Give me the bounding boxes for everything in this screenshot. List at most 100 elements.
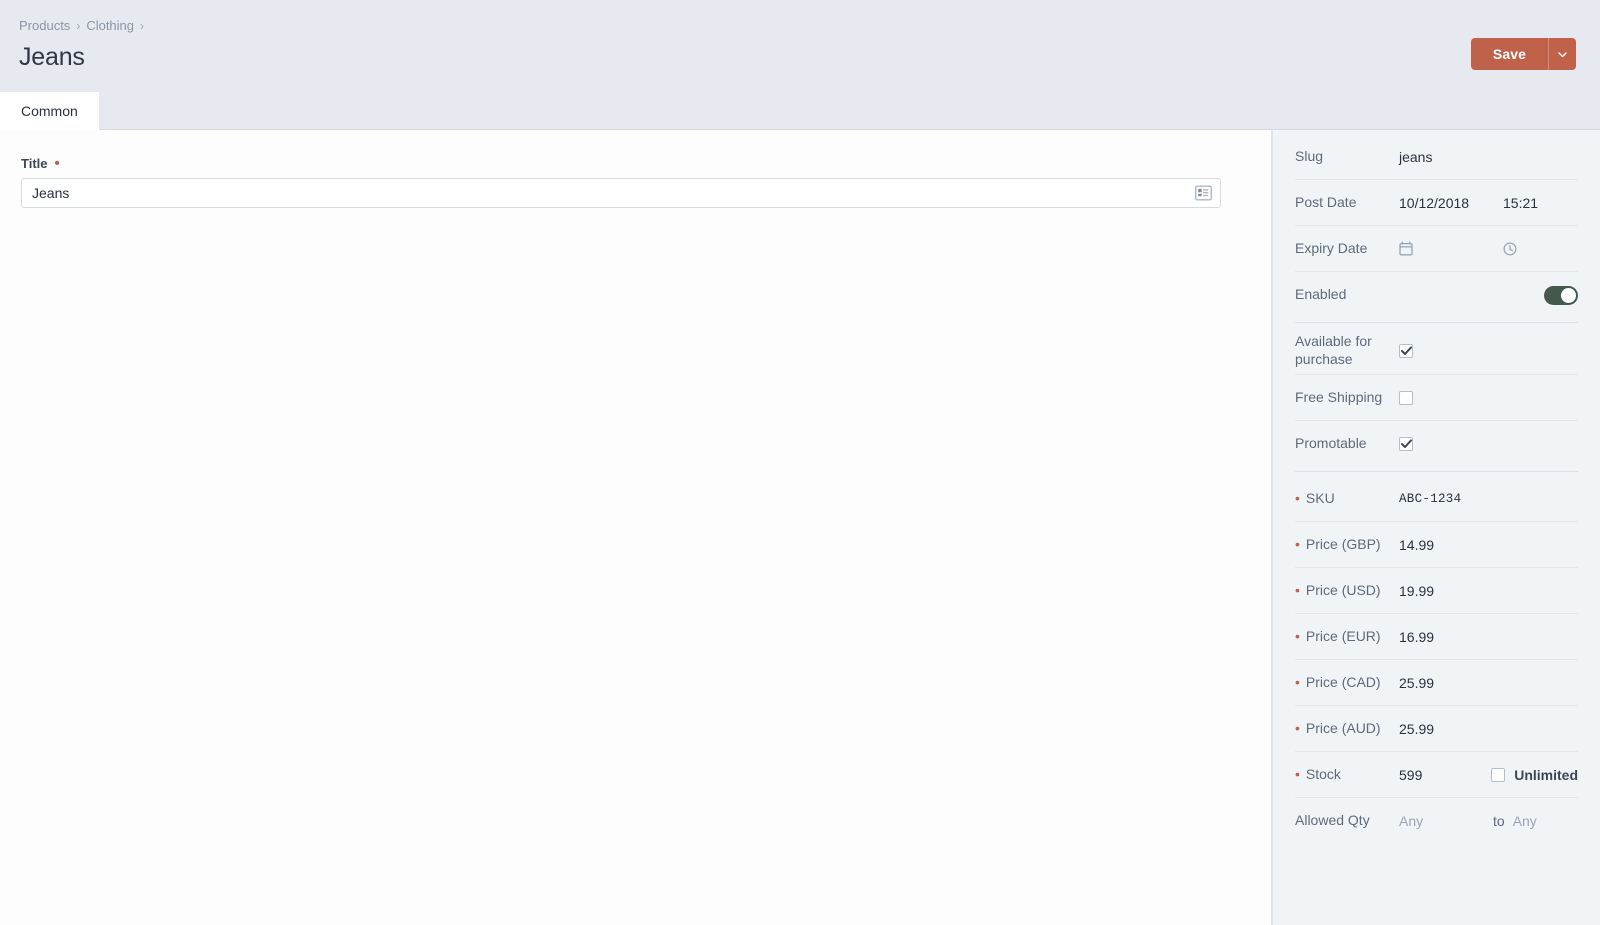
allowed-qty-min-input[interactable]: Any [1399,813,1485,829]
required-indicator: • [1295,535,1300,552]
price-cad-text: 25.99 [1399,674,1435,691]
save-button[interactable]: Save [1470,38,1548,70]
free-shipping-label: Free Shipping [1295,389,1399,407]
price-aud-label-text: Price (AUD) [1305,719,1381,736]
price-usd-value[interactable]: 19.99 [1399,583,1578,599]
price-cad-label: • Price (CAD) [1295,674,1399,692]
available-for-purchase-label-text: Available for purchase [1295,333,1372,367]
post-time-input[interactable]: 15:21 [1503,195,1578,211]
enabled-toggle[interactable] [1544,285,1578,305]
price-eur-value[interactable]: 16.99 [1399,629,1578,645]
price-aud-text: 25.99 [1399,720,1435,737]
title-input[interactable] [21,178,1221,208]
sidebar-row-allowed-qty: Allowed Qty Any to Any [1295,798,1578,844]
required-indicator: • [1295,719,1300,736]
available-for-purchase-checkbox[interactable] [1399,343,1413,358]
free-shipping-checkbox[interactable] [1399,390,1413,405]
breadcrumb-separator: › [76,18,81,33]
details-sidebar: Slug jeans Post Date 10/12/2018 15:21 Ex… [1272,130,1600,925]
breadcrumb-item-products[interactable]: Products [19,18,70,34]
price-gbp-label: • Price (GBP) [1295,536,1399,554]
available-for-purchase-value [1399,343,1578,358]
stock-label: • Stock [1295,766,1399,784]
price-gbp-value[interactable]: 14.99 [1399,537,1578,553]
sidebar-row-post-date: Post Date 10/12/2018 15:21 [1295,180,1578,226]
post-date-label: Post Date [1295,194,1399,212]
save-button-group: Save [1470,38,1576,70]
price-gbp-label-text: Price (GBP) [1305,535,1381,552]
available-for-purchase-label: Available for purchase [1295,333,1399,368]
allowed-qty-label-text: Allowed Qty [1295,812,1370,829]
price-aud-label: • Price (AUD) [1295,720,1399,738]
save-menu-button[interactable] [1548,38,1576,70]
enabled-label-text: Enabled [1295,286,1347,303]
required-indicator: • [1295,627,1300,644]
slug-value[interactable]: jeans [1399,149,1578,165]
slug-label: Slug [1295,148,1399,166]
page-title: Jeans [19,42,85,71]
required-indicator: • [1295,673,1300,690]
stock-value: 599 Unlimited [1399,767,1578,783]
sidebar-row-slug: Slug jeans [1295,134,1578,180]
price-gbp-text: 14.99 [1399,536,1435,553]
sidebar-group-commerce: • SKU ABC-1234 • Price (GBP) 14.99 • Pri… [1295,471,1578,848]
sidebar-row-promotable: Promotable [1295,421,1578,467]
sku-text: ABC-1234 [1399,491,1462,506]
promotable-checkbox[interactable] [1399,437,1413,451]
enabled-label: Enabled [1295,286,1399,304]
sidebar-row-enabled: Enabled [1295,272,1578,318]
sidebar-row-available-for-purchase: Available for purchase [1295,327,1578,375]
tab-bar: Common [0,92,1600,130]
stock-input[interactable]: 599 [1399,767,1422,783]
sidebar-row-price-aud: • Price (AUD) 25.99 [1295,706,1578,752]
promotable-value [1399,437,1578,451]
free-shipping-label-text: Free Shipping [1295,388,1383,405]
sku-value[interactable]: ABC-1234 [1399,492,1578,506]
post-date-input[interactable]: 10/12/2018 [1399,195,1503,211]
sidebar-row-price-usd: • Price (USD) 19.99 [1295,568,1578,614]
price-cad-value[interactable]: 25.99 [1399,675,1578,691]
main-content: Title • [0,130,1272,925]
sidebar-row-free-shipping: Free Shipping [1295,375,1578,421]
price-eur-text: 16.99 [1399,628,1435,645]
structure-layout-icon[interactable] [1195,185,1212,201]
required-indicator: • [1295,765,1300,782]
expiry-date-label-text: Expiry Date [1295,239,1368,256]
sidebar-row-price-cad: • Price (CAD) 25.99 [1295,660,1578,706]
tab-label: Common [21,103,78,119]
calendar-icon[interactable] [1399,241,1503,256]
stock-label-text: Stock [1305,765,1341,782]
sidebar-row-price-gbp: • Price (GBP) 14.99 [1295,522,1578,568]
unlimited-checkbox[interactable] [1491,767,1506,782]
price-aud-value[interactable]: 25.99 [1399,721,1578,737]
page-header: Products › Clothing › Jeans Save [0,0,1600,92]
slug-text: jeans [1399,148,1433,165]
breadcrumb: Products › Clothing › [19,18,150,34]
price-cad-label-text: Price (CAD) [1305,673,1381,690]
stock-unlimited-group: Unlimited [1491,767,1578,783]
promotable-label: Promotable [1295,435,1399,453]
allowed-qty-label: Allowed Qty [1295,812,1399,830]
sidebar-group-meta: Slug jeans Post Date 10/12/2018 15:21 Ex… [1295,130,1578,322]
tab-common[interactable]: Common [0,92,99,130]
breadcrumb-item-clothing[interactable]: Clothing [86,18,134,34]
sidebar-row-sku: • SKU ABC-1234 [1295,476,1578,522]
sidebar-group-flags: Available for purchase Free Shipping Pro… [1295,322,1578,471]
product-edit-screen: Products › Clothing › Jeans Save Common … [0,0,1600,925]
sidebar-row-expiry-date: Expiry Date [1295,226,1578,272]
clock-icon[interactable] [1503,241,1578,256]
title-label-text: Title [21,156,48,171]
price-usd-text: 19.99 [1399,582,1435,599]
unlimited-label[interactable]: Unlimited [1514,767,1578,783]
page-body: Title • Jeans Slug jeans Post Date 10/12… [0,130,1600,925]
allowed-qty-max-input[interactable]: Any [1513,813,1537,829]
required-indicator: • [54,155,60,172]
sku-label: • SKU [1295,490,1399,508]
sidebar-row-stock: • Stock 599 Unlimited [1295,752,1578,798]
allowed-qty-value: Any to Any [1399,813,1578,829]
price-usd-label: • Price (USD) [1295,582,1399,600]
title-field: Title • [21,156,1250,208]
title-field-label: Title • [21,156,1250,171]
free-shipping-value [1399,390,1578,405]
post-date-value: 10/12/2018 15:21 [1399,195,1578,211]
